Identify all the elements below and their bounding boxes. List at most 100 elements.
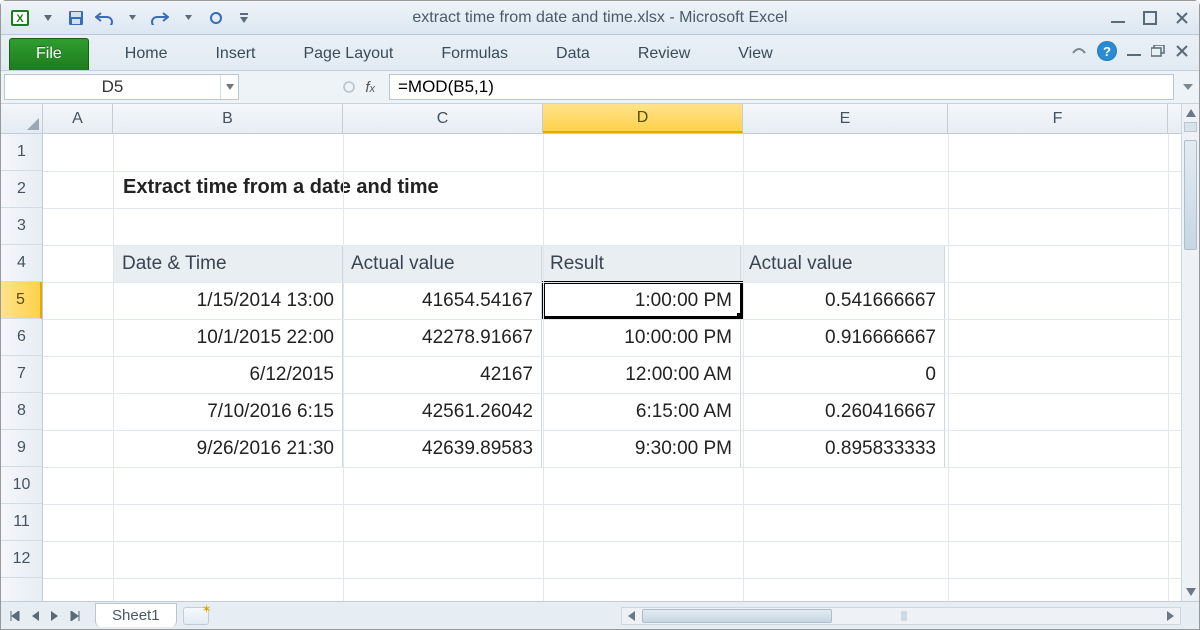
table-cell[interactable]: 0.541666667 — [741, 283, 945, 320]
row-header-2[interactable]: 2 — [1, 171, 42, 208]
table-cell[interactable]: 42639.89583 — [343, 431, 542, 468]
row-header-10[interactable]: 10 — [1, 467, 42, 504]
table-cell[interactable]: 6/12/2015 — [114, 357, 343, 394]
tab-insert[interactable]: Insert — [191, 38, 279, 70]
doc-close-icon[interactable] — [1175, 45, 1189, 57]
select-all-corner[interactable] — [1, 104, 43, 134]
fx-icon[interactable]: fx — [359, 79, 381, 96]
sheet-nav-last-icon[interactable] — [65, 606, 85, 626]
name-box-dropdown-icon[interactable] — [220, 75, 238, 99]
tab-data[interactable]: Data — [532, 38, 614, 70]
row-headers: 123456789101112 — [1, 134, 43, 601]
table-cell[interactable]: 0 — [741, 357, 945, 394]
sheet-nav — [1, 606, 89, 626]
save-icon[interactable] — [63, 7, 89, 29]
qat-dropdown-icon[interactable] — [35, 7, 61, 29]
table-header[interactable]: Actual value — [741, 246, 945, 283]
vertical-split-handle[interactable] — [1184, 122, 1197, 132]
redo-dropdown-icon[interactable] — [175, 7, 201, 29]
table-cell[interactable]: 0.260416667 — [741, 394, 945, 431]
tab-view[interactable]: View — [714, 38, 796, 70]
horizontal-split-handle[interactable] — [901, 611, 907, 621]
maximize-icon[interactable] — [1139, 9, 1161, 27]
minimize-icon[interactable] — [1107, 9, 1129, 27]
file-tab[interactable]: File — [9, 38, 89, 70]
row-header-1[interactable]: 1 — [1, 134, 42, 171]
horizontal-scroll-thumb[interactable] — [642, 609, 832, 623]
scroll-down-icon[interactable] — [1182, 583, 1199, 601]
table-cell[interactable]: 1:00:00 PM — [542, 283, 741, 320]
formula-bar-expand-icon[interactable] — [1177, 71, 1199, 103]
table-row: 9/26/2016 21:3042639.895839:30:00 PM0.89… — [114, 431, 945, 468]
tab-page-layout[interactable]: Page Layout — [279, 38, 417, 70]
column-header-E[interactable]: E — [743, 104, 948, 133]
table-cell[interactable]: 10/1/2015 22:00 — [114, 320, 343, 357]
close-icon[interactable] — [1171, 9, 1193, 27]
row-header-6[interactable]: 6 — [1, 319, 42, 356]
horizontal-scrollbar[interactable] — [621, 607, 1181, 625]
ribbon-minimize-icon[interactable] — [1071, 45, 1087, 57]
table-cell[interactable]: 9:30:00 PM — [542, 431, 741, 468]
scroll-right-icon[interactable] — [1162, 608, 1180, 624]
table-row: 10/1/2015 22:0042278.9166710:00:00 PM0.9… — [114, 320, 945, 357]
vertical-scroll-thumb[interactable] — [1184, 140, 1197, 250]
row-header-12[interactable]: 12 — [1, 541, 42, 578]
worksheet-grid: ABCDEF 123456789101112 Extract time from… — [1, 104, 1199, 601]
table-cell[interactable]: 7/10/2016 6:15 — [114, 394, 343, 431]
formula-bar-controls: fx — [239, 71, 389, 103]
touch-mode-icon[interactable] — [203, 7, 229, 29]
table-cell[interactable]: 42167 — [343, 357, 542, 394]
row-header-9[interactable]: 9 — [1, 430, 42, 467]
cells-area[interactable]: Extract time from a date and time Date &… — [43, 134, 1181, 601]
tab-home[interactable]: Home — [101, 38, 192, 70]
sheet-tab[interactable]: Sheet1 — [95, 603, 177, 627]
column-header-F[interactable]: F — [948, 104, 1168, 133]
table-header[interactable]: Actual value — [343, 246, 542, 283]
table-cell[interactable]: 0.895833333 — [741, 431, 945, 468]
table-cell[interactable]: 10:00:00 PM — [542, 320, 741, 357]
tab-formulas[interactable]: Formulas — [417, 38, 532, 70]
column-header-D[interactable]: D — [543, 104, 743, 133]
name-box-value: D5 — [5, 75, 220, 99]
scroll-left-icon[interactable] — [622, 608, 640, 624]
row-header-8[interactable]: 8 — [1, 393, 42, 430]
doc-minimize-icon[interactable] — [1127, 45, 1141, 57]
redo-icon[interactable] — [147, 7, 173, 29]
table-cell[interactable]: 41654.54167 — [343, 283, 542, 320]
doc-restore-icon[interactable] — [1151, 45, 1165, 57]
vertical-scrollbar[interactable] — [1181, 104, 1199, 601]
help-icon[interactable]: ? — [1097, 41, 1117, 61]
table-cell[interactable]: 9/26/2016 21:30 — [114, 431, 343, 468]
column-headers: ABCDEF — [43, 104, 1181, 134]
qat-customize-icon[interactable] — [231, 7, 257, 29]
cancel-formula-icon[interactable] — [339, 81, 359, 93]
column-header-A[interactable]: A — [43, 104, 113, 133]
sheet-nav-prev-icon[interactable] — [25, 606, 45, 626]
table-cell[interactable]: 42561.26042 — [343, 394, 542, 431]
undo-dropdown-icon[interactable] — [119, 7, 145, 29]
table-cell[interactable]: 6:15:00 AM — [542, 394, 741, 431]
row-header-3[interactable]: 3 — [1, 208, 42, 245]
formula-input[interactable]: =MOD(B5,1) — [389, 74, 1174, 100]
table-cell[interactable]: 42278.91667 — [343, 320, 542, 357]
column-header-B[interactable]: B — [113, 104, 343, 133]
name-box[interactable]: D5 — [4, 74, 239, 100]
column-header-C[interactable]: C — [343, 104, 543, 133]
table-cell[interactable]: 12:00:00 AM — [542, 357, 741, 394]
new-sheet-icon[interactable] — [183, 607, 209, 625]
row-header-5[interactable]: 5 — [1, 282, 42, 319]
table-header[interactable]: Date & Time — [114, 246, 343, 283]
sheet-nav-next-icon[interactable] — [45, 606, 65, 626]
scroll-up-icon[interactable] — [1182, 104, 1199, 122]
table-cell[interactable]: 0.916666667 — [741, 320, 945, 357]
table-row: 6/12/20154216712:00:00 AM0 — [114, 357, 945, 394]
table-header[interactable]: Result — [542, 246, 741, 283]
row-header-11[interactable]: 11 — [1, 504, 42, 541]
table-cell[interactable]: 1/15/2014 13:00 — [114, 283, 343, 320]
sheet-nav-first-icon[interactable] — [5, 606, 25, 626]
row-header-4[interactable]: 4 — [1, 245, 42, 282]
row-header-7[interactable]: 7 — [1, 356, 42, 393]
undo-icon[interactable] — [91, 7, 117, 29]
tab-review[interactable]: Review — [614, 38, 714, 70]
title-bar: X extract time from date and time.xlsx -… — [1, 1, 1199, 35]
